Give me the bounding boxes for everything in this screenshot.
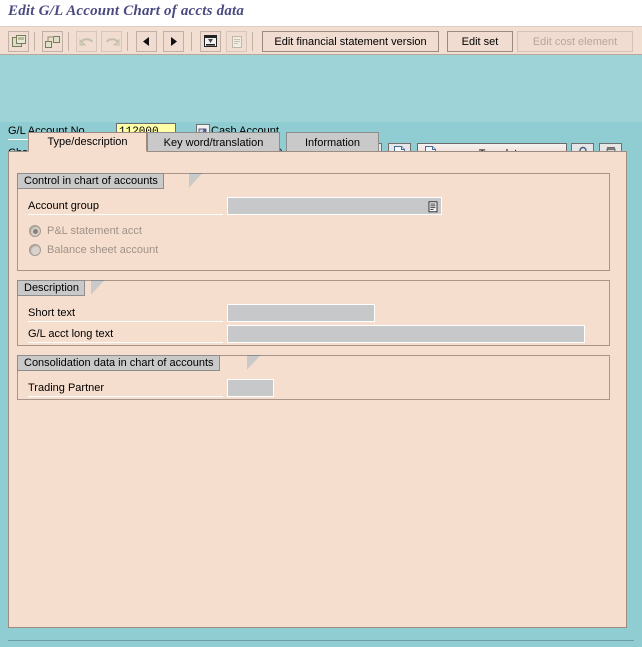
other-data-icon-button[interactable] xyxy=(42,31,63,52)
radio-pl-statement-acct-label: P&L statement acct xyxy=(47,225,142,237)
group-control-in-chart-of-accounts: Control in chart of accounts Account gro… xyxy=(17,173,610,271)
account-group-label: Account group xyxy=(28,200,99,212)
edit-set-button[interactable]: Edit set xyxy=(447,31,513,52)
short-text-label-underline xyxy=(28,321,223,322)
account-group-input[interactable] xyxy=(227,197,442,215)
trading-partner-input[interactable] xyxy=(227,379,274,397)
search-help-icon[interactable] xyxy=(427,200,439,213)
toolbar-separator xyxy=(68,32,69,51)
edit-cost-element-button: Edit cost element xyxy=(517,31,633,52)
gl-acct-long-text-input[interactable] xyxy=(227,325,585,343)
previous-account-icon-button[interactable] xyxy=(136,31,157,52)
trading-partner-label-underline xyxy=(28,396,223,397)
short-text-input[interactable] xyxy=(227,304,375,322)
page-title: Edit G/L Account Chart of accts data xyxy=(8,3,245,19)
account-group-label-underline xyxy=(28,214,223,215)
account-header-area: G/L Account No. Cash Account Chart of Ac… xyxy=(0,55,642,164)
radio-balance-sheet-account[interactable] xyxy=(29,244,41,256)
undo-arrow-icon-button[interactable] xyxy=(76,31,97,52)
undo-arrow-icon xyxy=(79,38,93,46)
group-description-title: Description xyxy=(17,280,86,296)
toolbar-separator xyxy=(191,32,192,51)
tab-content-panel: Control in chart of accounts Account gro… xyxy=(8,151,627,628)
save-icon-button[interactable] xyxy=(8,31,29,52)
radio-balance-sheet-account-label: Balance sheet account xyxy=(47,244,159,256)
tab-type-description[interactable]: Type/description xyxy=(28,132,147,152)
previous-account-icon xyxy=(143,37,149,46)
save-icon xyxy=(11,35,26,47)
display-change-icon xyxy=(204,35,217,47)
next-account-icon xyxy=(171,37,177,46)
redo-arrow-icon-button[interactable] xyxy=(101,31,122,52)
document-icon xyxy=(231,35,242,48)
group-consolidation-title: Consolidation data in chart of accounts xyxy=(17,355,220,371)
document-icon-button[interactable] xyxy=(226,31,247,52)
group-consolidation-data: Consolidation data in chart of accounts … xyxy=(17,355,610,400)
short-text-label: Short text xyxy=(28,307,76,319)
edit-financial-statement-version-button[interactable]: Edit financial statement version xyxy=(262,31,439,52)
group-title-tail xyxy=(91,280,105,296)
toolbar-separator xyxy=(252,32,253,51)
other-data-icon xyxy=(45,35,60,48)
application-toolbar: Edit financial statement version Edit se… xyxy=(0,26,642,55)
group-control-title: Control in chart of accounts xyxy=(17,173,164,189)
toolbar-separator xyxy=(34,32,35,51)
next-account-icon-button[interactable] xyxy=(163,31,184,52)
gl-acct-long-text-label-underline xyxy=(28,342,223,343)
radio-pl-statement-acct[interactable] xyxy=(29,225,41,237)
tab-key-word-translation[interactable]: Key word/translation xyxy=(147,132,280,152)
redo-arrow-icon xyxy=(105,38,119,46)
group-title-tail xyxy=(247,355,261,371)
tab-information[interactable]: Information xyxy=(286,132,379,152)
radio-selected-dot xyxy=(32,228,38,234)
gl-acct-long-text-label: G/L acct long text xyxy=(28,328,114,340)
group-title-tail xyxy=(189,173,203,189)
toolbar-separator xyxy=(127,32,128,51)
trading-partner-label: Trading Partner xyxy=(28,382,105,394)
group-description: Description Short text G/L acct long tex… xyxy=(17,280,610,346)
window-title-bar: Edit G/L Account Chart of accts data xyxy=(0,0,642,26)
status-bar-divider xyxy=(8,640,634,641)
display-change-icon-button[interactable] xyxy=(200,31,221,52)
